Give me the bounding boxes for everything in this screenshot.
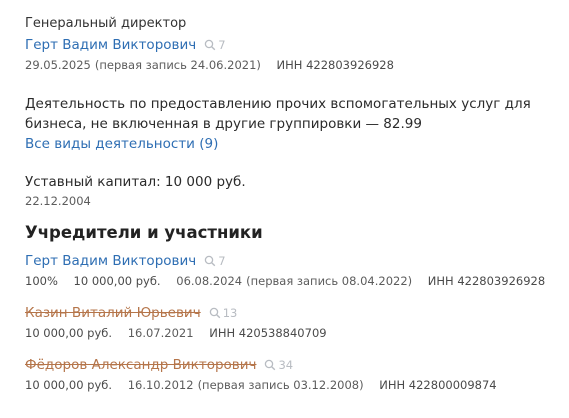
main-activity: Деятельность по предоставлению прочих вс… <box>25 96 531 132</box>
authorized-capital: Уставный капитал: 10 000 руб. <box>25 174 246 190</box>
director-meta: 29.05.2025 (первая запись 24.06.2021) ИНН… <box>25 56 565 74</box>
search-icon <box>265 359 276 371</box>
director-date: 29.05.2025 <box>25 58 91 72</box>
founder-meta: 10 000,00 руб. 16.10.2012 (первая запись … <box>25 376 565 394</box>
founder-item: Фёдоров Александр Викторович 34 10 000,0… <box>25 354 565 394</box>
search-count-value: 7 <box>218 38 226 52</box>
search-count-value: 13 <box>222 306 238 320</box>
founder-inn: ИНН 422803926928 <box>427 274 546 288</box>
director-line: Герт Вадим Викторович 7 <box>25 34 565 56</box>
director-first-record: (первая запись 24.06.2021) <box>94 58 261 72</box>
founder-first-record: (первая запись 03.12.2008) <box>197 378 364 392</box>
founder-name-link[interactable]: Герт Вадим Викторович <box>25 253 196 269</box>
founder-search-count[interactable]: 34 <box>264 358 293 372</box>
search-icon <box>209 307 220 319</box>
founder-item: Герт Вадим Викторович 7 100% 10 000,00 р… <box>25 250 565 290</box>
director-name-link[interactable]: Герт Вадим Викторович <box>25 37 196 53</box>
founder-inn: ИНН 422800009874 <box>379 378 497 392</box>
search-count-value: 7 <box>218 254 226 268</box>
founder-amount: 10 000,00 руб. <box>25 326 113 340</box>
founder-first-record: (первая запись 08.04.2022) <box>246 274 413 288</box>
capital-date: 22.12.2004 <box>25 194 91 208</box>
founder-date: 16.07.2021 <box>127 326 194 340</box>
director-search-count[interactable]: 7 <box>204 38 226 52</box>
founder-search-count[interactable]: 13 <box>209 306 238 320</box>
founder-inn: ИНН 420538840709 <box>209 326 327 340</box>
founder-date: 16.10.2012 <box>127 378 194 392</box>
founder-search-count[interactable]: 7 <box>204 254 226 268</box>
founder-item: Казин Виталий Юрьевич 13 10 000,00 руб. … <box>25 302 565 342</box>
founder-amount: 10 000,00 руб. <box>73 274 161 288</box>
company-info-panel: Генеральный директор Герт Вадим Викторов… <box>25 14 565 394</box>
founders-heading: Учредители и участники <box>25 223 263 242</box>
all-activities-link[interactable]: Все виды деятельности (9) <box>25 134 565 154</box>
founder-name-link[interactable]: Казин Виталий Юрьевич <box>25 305 201 321</box>
founder-name-link[interactable]: Фёдоров Александр Викторович <box>25 357 256 373</box>
founder-amount: 10 000,00 руб. <box>25 378 113 392</box>
founder-date: 06.08.2024 <box>176 274 243 288</box>
founder-share: 100% <box>25 274 58 288</box>
director-role: Генеральный директор <box>25 16 187 31</box>
search-icon <box>204 255 216 267</box>
founder-meta: 10 000,00 руб. 16.07.2021 ИНН 4205388407… <box>25 324 565 342</box>
search-count-value: 34 <box>278 358 294 372</box>
founder-meta: 100% 10 000,00 руб. 06.08.2024 (первая за… <box>25 272 565 290</box>
search-icon <box>204 39 216 51</box>
director-inn: ИНН 422803926928 <box>276 58 394 72</box>
